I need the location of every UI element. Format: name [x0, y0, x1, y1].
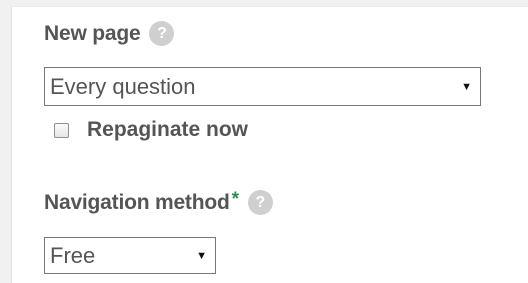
- new-page-select[interactable]: Every question ▼: [44, 67, 481, 106]
- new-page-label: New page: [44, 21, 141, 45]
- repaginate-label[interactable]: Repaginate now: [87, 118, 248, 142]
- navigation-method-label: Navigation method: [44, 190, 230, 214]
- required-icon: *: [231, 188, 239, 210]
- navigation-method-select[interactable]: Free ▼: [44, 237, 216, 274]
- new-page-select-value: Every question: [50, 73, 196, 99]
- chevron-down-icon: ▼: [461, 80, 472, 93]
- navigation-method-label-row: Navigation method * ?: [44, 188, 273, 215]
- chevron-down-icon: ▼: [196, 249, 207, 262]
- settings-panel: New page ? Every question ▼ Repaginate n…: [11, 6, 528, 283]
- repaginate-checkbox[interactable]: [54, 122, 69, 138]
- repaginate-row[interactable]: Repaginate now: [54, 118, 248, 142]
- question-mark-icon[interactable]: ?: [247, 190, 273, 215]
- navigation-method-select-value: Free: [50, 242, 96, 268]
- new-page-label-row: New page ?: [44, 21, 175, 46]
- question-mark-icon[interactable]: ?: [149, 21, 175, 46]
